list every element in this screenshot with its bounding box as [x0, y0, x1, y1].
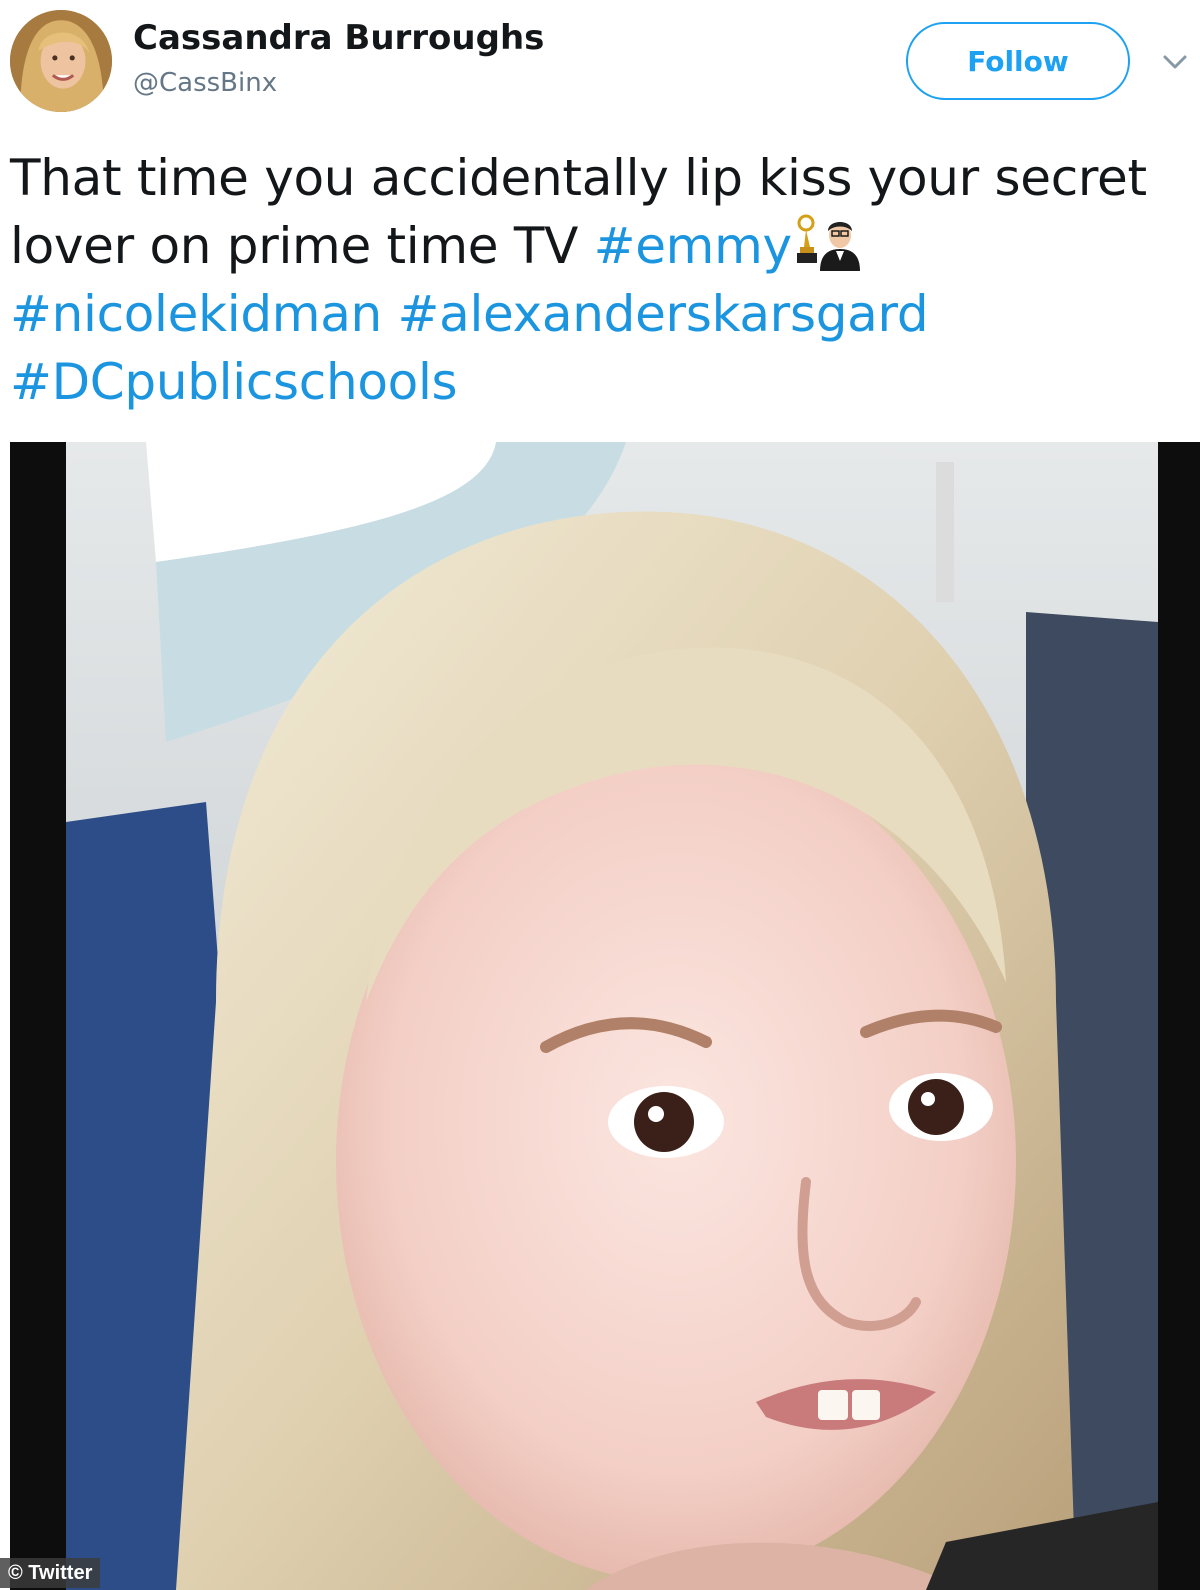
trophy-icon	[796, 214, 817, 263]
hashtag-nicolekidman[interactable]: #nicolekidman	[10, 285, 382, 343]
media-photo[interactable]	[66, 442, 1158, 1590]
user-avatar[interactable]	[10, 10, 112, 112]
media-credit: © Twitter	[0, 1558, 101, 1588]
tweet-text-line-2: lover on prime time TV #emmy	[10, 212, 1195, 280]
tweet-card: Cassandra Burroughs @CassBinx Follow Tha…	[0, 0, 1200, 1590]
tweet-text-segment: lover on prime time TV	[10, 217, 594, 275]
photo-girl-in-car	[66, 442, 1158, 1590]
tweet-text-line-4: #DCpublicschools	[10, 348, 1195, 416]
trophy-emoji	[796, 214, 860, 271]
hashtag-alexanderskarsgard[interactable]: #alexanderskarsgard	[398, 285, 929, 343]
tweet-text-line-3: #nicolekidman #alexanderskarsgard	[10, 280, 1195, 348]
hashtag-dcpublicschools[interactable]: #DCpublicschools	[10, 353, 458, 411]
user-display-name[interactable]: Cassandra Burroughs	[133, 18, 544, 58]
tweet-media[interactable]	[10, 442, 1200, 1590]
avatar-image	[10, 10, 112, 112]
hashtag-emmy[interactable]: #emmy	[594, 217, 792, 275]
user-handle[interactable]: @CassBinx	[133, 68, 277, 98]
follow-button[interactable]: Follow	[906, 22, 1130, 100]
tweet-text: That time you accidentally lip kiss your…	[10, 144, 1195, 416]
man-in-tuxedo-icon	[819, 222, 860, 271]
chevron-down-icon[interactable]	[1162, 52, 1188, 72]
tweet-text-line-1: That time you accidentally lip kiss your…	[10, 149, 1147, 207]
